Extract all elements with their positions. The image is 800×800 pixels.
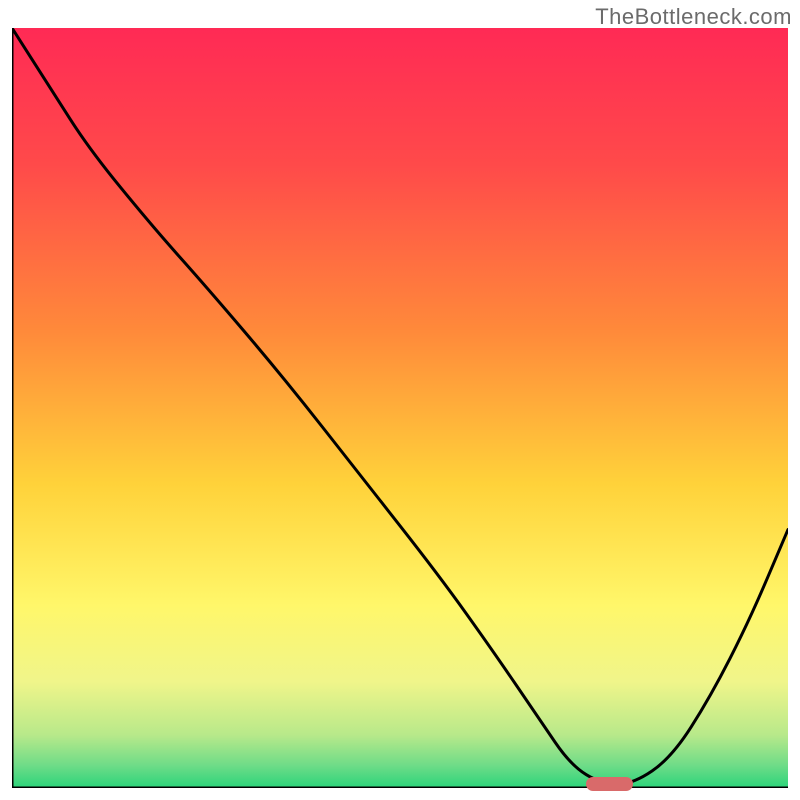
chart-container: TheBottleneck.com [0, 0, 800, 800]
plot-area [12, 28, 788, 788]
optimal-marker [586, 777, 633, 791]
watermark-text: TheBottleneck.com [595, 4, 792, 30]
background-gradient [12, 28, 788, 788]
